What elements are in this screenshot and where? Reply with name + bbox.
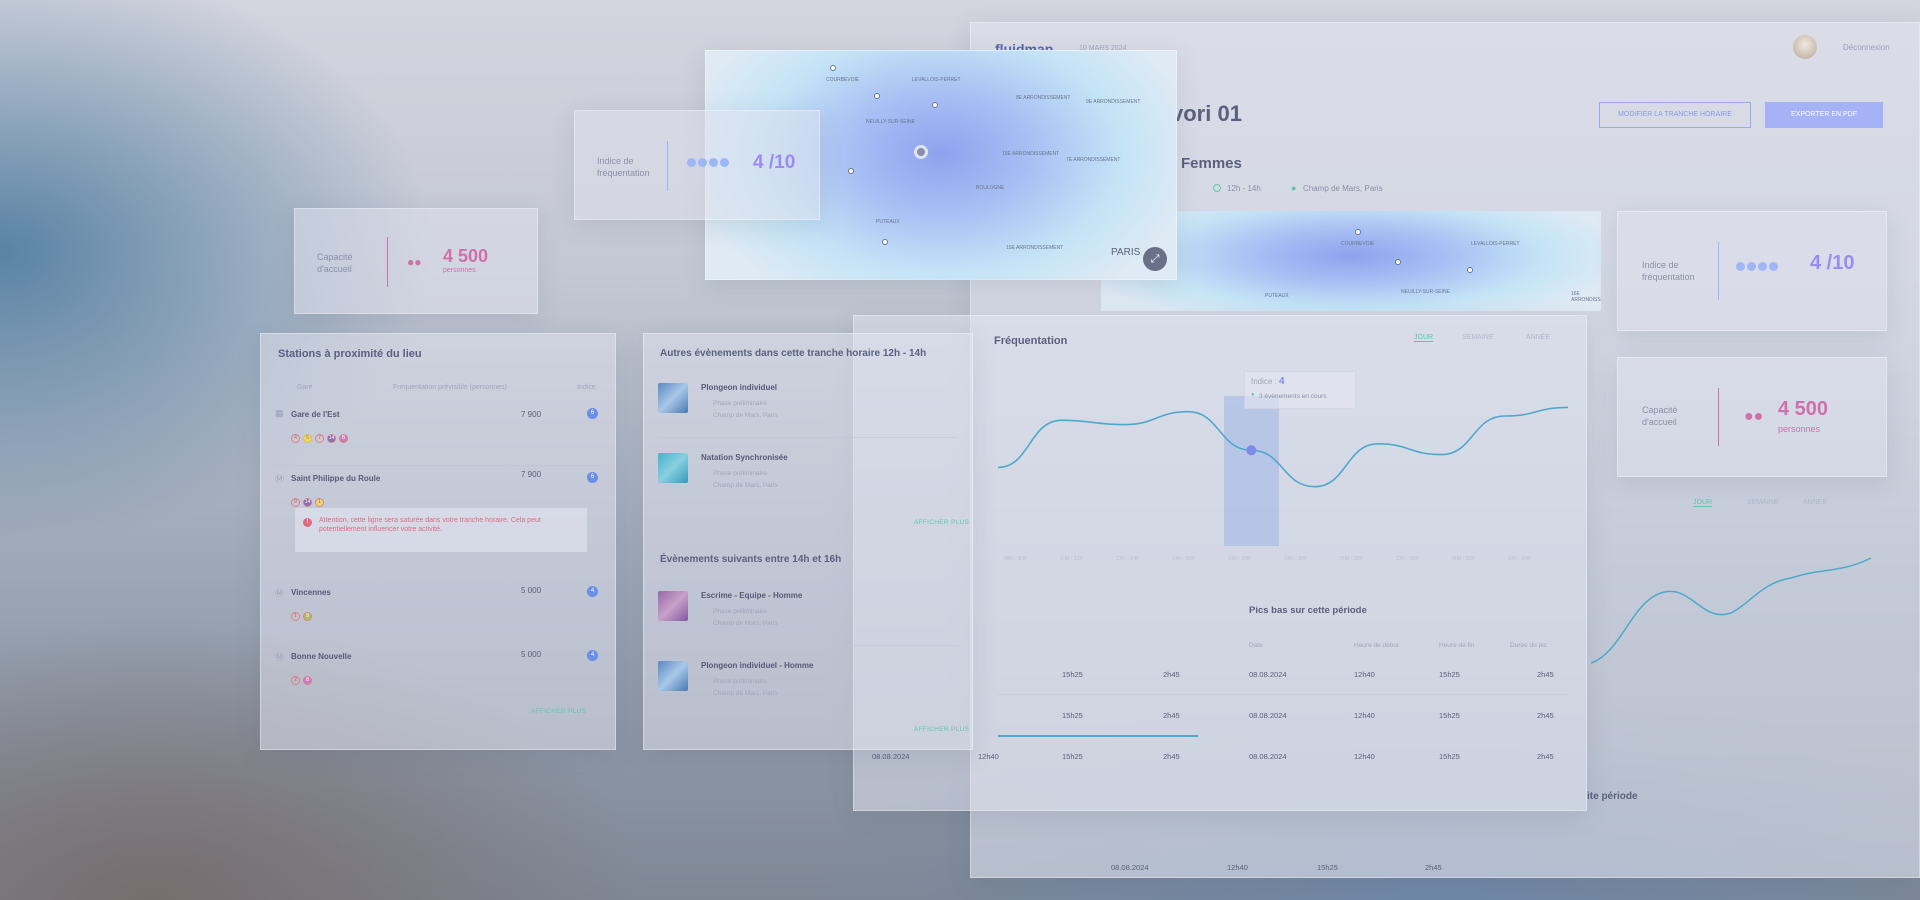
freq-dots xyxy=(1736,258,1780,276)
map-city-label: PARIS xyxy=(1111,247,1141,258)
capacity-card: Capacité d'accueil ●● 4 500 personnes xyxy=(294,208,538,314)
expand-icon: ⤢ xyxy=(1150,253,1160,265)
lows-title: Pics bas sur cette période xyxy=(1249,605,1367,616)
expand-map-button[interactable]: ⤢ xyxy=(1143,247,1167,271)
freq-card: Indice de fréquentation 4 /10 xyxy=(574,110,820,220)
time-text: 12h - 14h xyxy=(1227,184,1261,193)
next-events-title: Évènements suivants entre 14h et 16h xyxy=(660,554,842,565)
tab-jour[interactable]: JOUR xyxy=(1414,334,1434,342)
chart-progress xyxy=(998,735,1198,737)
chart-tick-label: 16h - 18h xyxy=(1228,556,1252,562)
logout-link[interactable]: Déconnexion xyxy=(1843,43,1890,52)
place-text: Champ de Mars, Paris xyxy=(1303,184,1383,193)
station-row[interactable]: ▦ Gare de l'Est 4 5 7 14 B 7 900 6 xyxy=(275,408,601,466)
chart-tick-label: 08h - 10h xyxy=(1004,556,1028,562)
train-icon: ▦ xyxy=(275,408,284,418)
frequentation-chart xyxy=(998,406,1569,488)
event-thumbnail xyxy=(658,453,688,483)
chart-title: Fréquentation xyxy=(994,335,1068,347)
metro-icon: Ⓜ xyxy=(275,474,285,484)
chart-series-line xyxy=(998,406,1569,488)
chart-tick-label: 14h - 16h xyxy=(1172,556,1196,562)
event-item[interactable]: Plongeon individuel Phase préliminaire C… xyxy=(658,378,958,438)
event-thumbnail xyxy=(658,661,688,691)
event-item[interactable]: Escrime - Equipe - Homme Phase prélimina… xyxy=(658,586,958,646)
map-center-marker[interactable] xyxy=(914,145,928,159)
tab-semaine[interactable]: SEMAINE xyxy=(1462,334,1494,341)
chart-tick-label: 20h - 22h xyxy=(1340,556,1364,562)
freq-card-right: Indice de fréquentation 4 /10 xyxy=(1617,211,1887,331)
event-thumbnail xyxy=(658,591,688,621)
chart-tick-label: 22h - 00h xyxy=(1396,556,1420,562)
saturation-warning: ! Attention, cette ligne sera saturée da… xyxy=(295,508,587,552)
station-row[interactable]: Ⓜ Vincennes 19 5 000 4 xyxy=(275,586,601,644)
chart-right-line xyxy=(1591,557,1872,664)
event-item[interactable]: Plongeon individuel - Homme Phase prélim… xyxy=(658,656,958,716)
chart-tick-label: 18h - 20h xyxy=(1284,556,1308,562)
station-row[interactable]: Ⓜ Saint Philippe du Roule 9 14 1 7 900 6 !… xyxy=(275,470,601,580)
metro-icon: Ⓜ xyxy=(275,588,285,598)
stations-title: Stations à proximité du lieu xyxy=(278,348,422,360)
clock-icon xyxy=(1213,184,1221,192)
page-title: vori 01 xyxy=(1171,101,1242,126)
chart-tick-label: 12h - 14h xyxy=(1116,556,1140,562)
event-thumbnail xyxy=(658,383,688,413)
alert-icon: ! xyxy=(303,518,312,527)
stations-card: Stations à proximité du lieu Gare Fréque… xyxy=(260,333,616,750)
export-pdf-button[interactable]: EXPORTER EN PDF xyxy=(1765,102,1883,128)
tab-semaine-right[interactable]: SEMAINE xyxy=(1747,499,1779,506)
chart-tick-label: 10h - 12h xyxy=(1060,556,1084,562)
people-icon: ●● xyxy=(1744,408,1764,425)
chart-tick-label: 00h - 02h xyxy=(1452,556,1476,562)
page-subtitle: Femmes xyxy=(1181,155,1242,172)
modify-timeslot-button[interactable]: MODIFIER LA TRANCHE HORAIRE xyxy=(1599,102,1751,128)
people-icon: ●● xyxy=(407,255,422,269)
metro-icon: Ⓜ xyxy=(275,652,285,662)
freq-dots xyxy=(687,154,731,172)
chart-point-highlight[interactable] xyxy=(1246,445,1257,456)
tab-annee[interactable]: ANNÉE xyxy=(1526,334,1550,341)
chart-ticks: 08h - 10h 10h - 12h 12h - 14h 14h - 16h 16h … xyxy=(1004,556,1564,566)
avatar[interactable] xyxy=(1793,35,1817,59)
section-title-bottom: ite période xyxy=(1587,791,1638,802)
tab-jour-right[interactable]: JOUR xyxy=(1693,499,1713,507)
tab-annee-right[interactable]: ANNÉE xyxy=(1803,499,1827,506)
stations-more-link[interactable]: AFFICHER PLUS xyxy=(531,708,586,715)
event-item[interactable]: Natation Synchronisée Phase préliminaire… xyxy=(658,448,958,508)
events-more-link[interactable]: AFFICHER PLUS xyxy=(914,519,969,526)
events-title: Autres évènements dans cette tranche hor… xyxy=(660,348,927,359)
events-card: Autres évènements dans cette tranche hor… xyxy=(643,333,973,750)
chart-tick-label: 02h - 04h xyxy=(1508,556,1532,562)
station-row[interactable]: Ⓜ Bonne Nouvelle 28 5 000 4 xyxy=(275,650,601,700)
capacity-card-right: Capacité d'accueil ●● 4 500 personnes xyxy=(1617,357,1887,477)
pin-icon: ● xyxy=(1291,183,1297,193)
next-events-more-link[interactable]: AFFICHER PLUS xyxy=(914,726,969,733)
